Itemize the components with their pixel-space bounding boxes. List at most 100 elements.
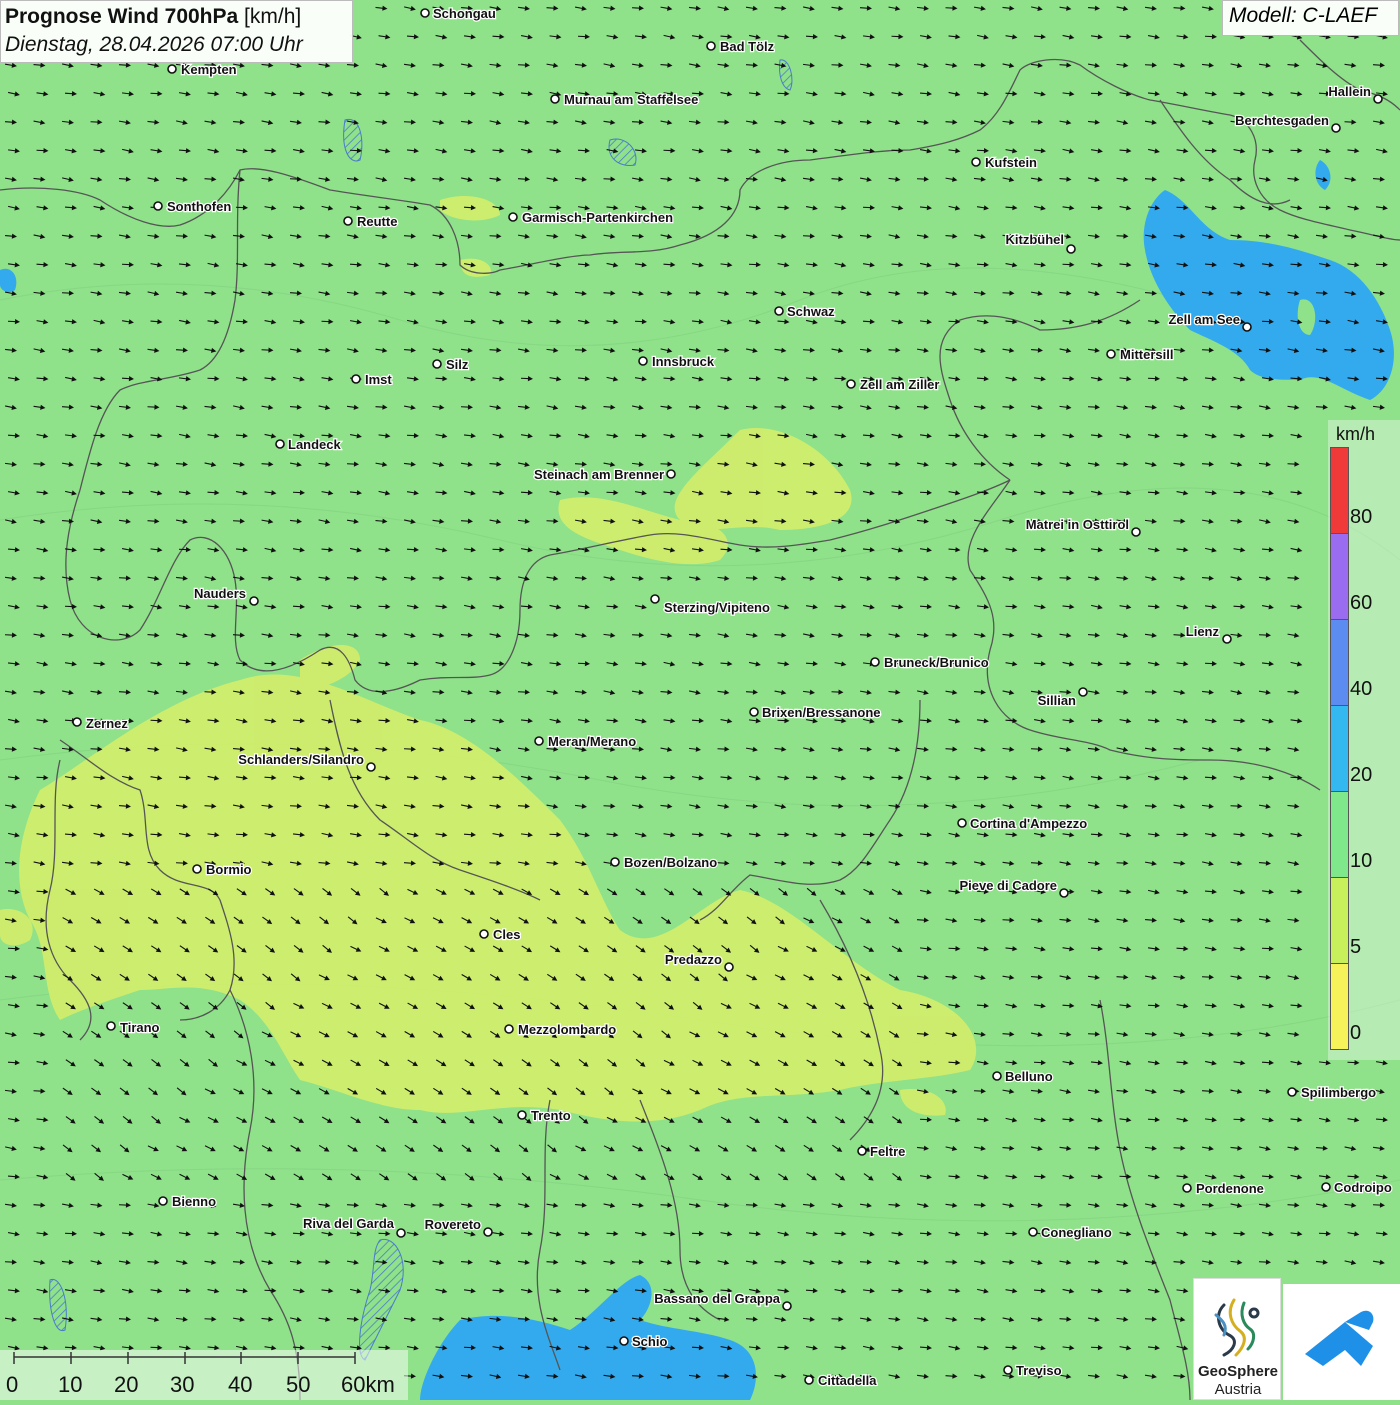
city-label: Treviso [1016, 1363, 1062, 1378]
city-marker: Murnau am Staffelsee [551, 92, 698, 107]
city-marker: Cortina d'Ampezzo [958, 816, 1087, 831]
city-marker: Bozen/Bolzano [611, 855, 717, 870]
city-label: Trento [531, 1108, 571, 1123]
legend-label: 10 [1350, 850, 1372, 873]
city-label: Zernez [86, 716, 128, 731]
city-marker: Zell am Ziller [847, 377, 939, 392]
city-label: Cles [493, 927, 520, 942]
city-dot [397, 1229, 405, 1237]
city-dot [159, 1197, 167, 1205]
city-dot [168, 65, 176, 73]
city-label: Tirano [120, 1020, 160, 1035]
city-label: Landeck [288, 437, 342, 452]
scale-label: 30 [170, 1372, 194, 1398]
city-label: Bienno [172, 1194, 216, 1209]
city-label: Sonthofen [167, 199, 231, 214]
city-dot [1374, 95, 1382, 103]
city-dot [421, 9, 429, 17]
map-title-unit: [km/h] [244, 5, 301, 28]
legend-swatch [1330, 447, 1349, 534]
map-title: Prognose Wind 700hPa [5, 5, 238, 28]
city-label: Schwaz [787, 304, 835, 319]
city-label: Berchtesgaden [1235, 113, 1329, 128]
city-dot [1223, 635, 1231, 643]
city-dot [707, 42, 715, 50]
city-dot [725, 963, 733, 971]
city-label: Nauders [194, 586, 246, 601]
city-label: Mittersill [1120, 347, 1173, 362]
city-dot [1067, 245, 1075, 253]
city-label: Matrei in Osttirol [1026, 517, 1129, 532]
legend-label: 0 [1350, 1022, 1361, 1045]
legend-swatch [1330, 791, 1349, 878]
city-label: Steinach am Brenner [534, 467, 664, 482]
city-dot [1243, 323, 1251, 331]
city-label: Bozen/Bolzano [624, 855, 717, 870]
city-label: Brixen/Bressanone [762, 705, 881, 720]
city-dot [1183, 1184, 1191, 1192]
city-label: Feltre [870, 1144, 905, 1159]
city-dot [505, 1025, 513, 1033]
city-label: Reutte [357, 214, 397, 229]
city-dot [847, 380, 855, 388]
legend-label: 5 [1350, 936, 1361, 959]
city-dot [1322, 1183, 1330, 1191]
city-dot [858, 1147, 866, 1155]
city-label: Zell am Ziller [860, 377, 939, 392]
city-label: Silz [446, 357, 469, 372]
legend-label: 60 [1350, 592, 1372, 615]
city-marker: Schongau [421, 6, 496, 21]
city-label: Pieve di Cadore [959, 878, 1057, 893]
legend-swatch [1330, 877, 1349, 964]
city-dot [620, 1337, 628, 1345]
geosphere-name: GeoSphere [1194, 1363, 1282, 1380]
city-label: Schongau [433, 6, 496, 21]
city-label: Bad Tölz [720, 39, 775, 54]
city-dot [611, 858, 619, 866]
city-dot [193, 865, 201, 873]
title-box: Prognose Wind 700hPa [km/h] Dienstag, 28… [0, 0, 353, 63]
city-dot [433, 360, 441, 368]
city-label: Hallein [1328, 84, 1371, 99]
city-dot [535, 737, 543, 745]
legend-swatch [1330, 705, 1349, 792]
scale-label: 20 [114, 1372, 138, 1398]
legend-unit: km/h [1336, 424, 1375, 445]
city-label: Codroipo [1334, 1180, 1392, 1195]
wind-map: Schongau Bad Tölz Kempten Murnau am Staffel… [0, 0, 1400, 1400]
city-dot [154, 202, 162, 210]
city-dot [972, 158, 980, 166]
city-label: Kitzbühel [1006, 232, 1065, 247]
city-dot [1004, 1366, 1012, 1374]
city-dot [871, 658, 879, 666]
city-label: Conegliano [1041, 1225, 1112, 1240]
city-label: Kempten [181, 62, 237, 77]
city-dot [1132, 528, 1140, 536]
legend-swatch [1330, 963, 1349, 1050]
city-marker: Meran/Merano [535, 734, 636, 749]
geosphere-country: Austria [1194, 1381, 1282, 1398]
city-marker: Steinach am Brenner [534, 467, 675, 482]
legend-label: 20 [1350, 764, 1372, 787]
city-dot [107, 1022, 115, 1030]
city-dot [1029, 1228, 1037, 1236]
city-label: Innsbruck [652, 354, 715, 369]
city-label: Imst [365, 372, 392, 387]
city-label: Zell am See [1168, 312, 1240, 327]
city-dot [1332, 124, 1340, 132]
city-dot [518, 1111, 526, 1119]
scale-label: 10 [58, 1372, 82, 1398]
city-dot [651, 595, 659, 603]
city-label: Murnau am Staffelsee [564, 92, 698, 107]
city-label: Kufstein [985, 155, 1037, 170]
city-dot [1288, 1088, 1296, 1096]
city-dot [509, 213, 517, 221]
city-dot [783, 1302, 791, 1310]
city-dot [1060, 889, 1068, 897]
city-marker: Conegliano [1029, 1225, 1112, 1240]
city-dot [551, 95, 559, 103]
city-dot [250, 597, 258, 605]
city-dot [367, 763, 375, 771]
city-dot [480, 930, 488, 938]
geosphere-logo: GeoSphere Austria [1193, 1278, 1281, 1400]
